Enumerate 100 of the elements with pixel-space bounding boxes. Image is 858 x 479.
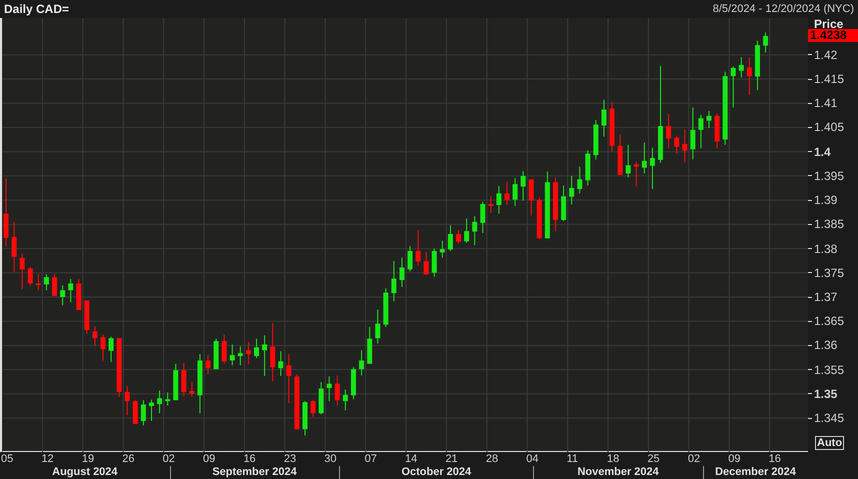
candlestick [367, 326, 372, 364]
candlestick [310, 400, 316, 418]
candlestick [698, 114, 704, 149]
date-tick-label: 18 [607, 452, 620, 466]
candlestick [682, 128, 688, 163]
month-label: December 2024 [715, 466, 796, 479]
candlestick [262, 334, 268, 376]
price-tick-label: 1.37 [814, 290, 838, 304]
candlestick [326, 376, 332, 402]
candlestick [754, 40, 760, 91]
candlestick [690, 107, 696, 160]
price-tick-label: 1.355 [814, 362, 844, 377]
candlestick [520, 170, 526, 202]
candlestick [318, 382, 324, 415]
price-tick-label: 1.42 [814, 48, 838, 62]
candlestick [181, 362, 186, 397]
date-tick-label: 28 [486, 452, 498, 466]
candlestick [197, 354, 202, 414]
candlestick [84, 300, 90, 334]
candlestick [124, 386, 130, 416]
candlestick [536, 196, 542, 239]
date-tick-label: 16 [243, 452, 256, 466]
candlestick [561, 185, 566, 222]
candlestick [173, 363, 178, 401]
candlestick [246, 342, 251, 365]
month-label: October 2024 [401, 466, 472, 479]
candlestick [650, 147, 655, 190]
candlestick [140, 400, 146, 426]
candlestick [350, 366, 356, 400]
candlestick [359, 350, 364, 376]
date-tick-label: 02 [688, 452, 700, 466]
candlestick [544, 171, 550, 239]
candlestick [270, 322, 276, 382]
candlestick [399, 257, 404, 288]
date-tick-label: 12 [41, 452, 54, 466]
candlestick [165, 392, 170, 406]
date-tick-label: 23 [284, 452, 296, 466]
price-tick-label: 1.39 [814, 193, 838, 208]
candlestick [456, 230, 462, 244]
candlestick [36, 273, 41, 291]
candlestick [206, 354, 211, 375]
date-tick-label: 25 [647, 452, 660, 466]
auto-scale-button[interactable]: Auto [815, 436, 844, 450]
candlestick [528, 178, 534, 216]
candlestick [746, 57, 752, 96]
last-price-badge: 1.4238 [808, 29, 858, 42]
candlestick [4, 178, 9, 247]
candlestick [383, 288, 388, 328]
candlestick [496, 186, 502, 214]
candlestick [238, 346, 243, 366]
candlestick [286, 354, 292, 404]
candlestick [626, 144, 631, 178]
date-tick-label: 19 [82, 452, 94, 466]
axis-title: Price [814, 18, 844, 30]
candlestick [714, 112, 720, 149]
candlestick [472, 216, 478, 246]
candlestick [100, 334, 106, 361]
price-tick-label: 1.385 [814, 217, 844, 232]
candlestick [480, 201, 486, 234]
month-label: November 2024 [577, 466, 659, 479]
price-tick-label: 1.365 [814, 314, 844, 328]
candlestick [214, 338, 219, 370]
candlestick [440, 240, 445, 258]
candlestick [254, 338, 260, 359]
candlestick [706, 110, 712, 128]
price-tick-label: 1.345 [814, 411, 844, 426]
candlestick [488, 196, 494, 214]
candlestick [68, 278, 74, 303]
date-tick-label: 02 [162, 452, 175, 466]
candlestick [294, 374, 300, 430]
date-tick-label: 07 [364, 452, 377, 466]
candlestick [593, 120, 598, 160]
candlestick [20, 252, 25, 290]
candlestick [569, 175, 574, 205]
candlestick [342, 389, 348, 411]
price-tick-label: 1.375 [814, 266, 844, 280]
candlestick [577, 166, 582, 194]
price-tick-label: 1.38 [814, 242, 838, 256]
price-tick-label: 1.35 [814, 386, 838, 401]
candlestick [230, 344, 235, 366]
candlestick [512, 178, 518, 206]
candlestick [157, 390, 162, 414]
candlestick [504, 181, 510, 206]
price-tick-label: 1.415 [814, 72, 844, 86]
candlestick [424, 251, 429, 276]
candlestick [278, 350, 284, 376]
candlestick [634, 161, 639, 188]
date-tick-label: 11 [566, 452, 578, 466]
price-tick-label: 1.36 [814, 338, 838, 352]
candlestick [585, 150, 590, 186]
candlestick [189, 381, 194, 397]
candlestick [28, 266, 33, 286]
date-tick-label: 04 [526, 452, 538, 466]
candlestick [391, 260, 396, 302]
candlestick [408, 246, 413, 272]
date-tick-label: 21 [445, 452, 458, 466]
candlestick [375, 309, 380, 344]
candlestick [642, 142, 647, 174]
candlestick [448, 224, 453, 252]
date-tick-label: 30 [324, 452, 336, 466]
